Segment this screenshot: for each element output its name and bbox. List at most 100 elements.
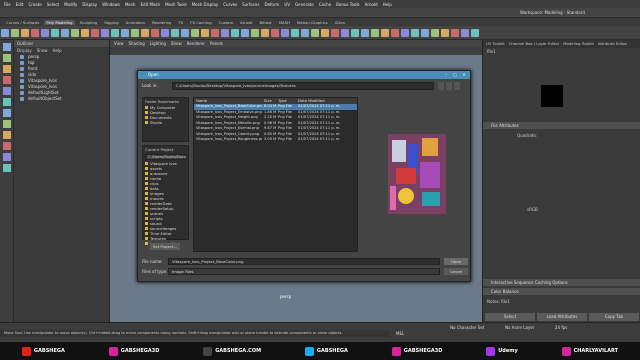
shelf-tool-icon[interactable]	[341, 29, 349, 37]
bookmark-item[interactable]: Studio	[143, 120, 188, 125]
shelf-tab-poly-modeling[interactable]: Poly Modeling	[44, 19, 75, 25]
mel-label[interactable]: MEL	[396, 331, 404, 336]
menu-mesh[interactable]: Mesh	[125, 2, 136, 7]
shelf-tab-motion-graphics[interactable]: Motion Graphics	[295, 20, 330, 25]
menu-uv[interactable]: UV	[284, 2, 290, 7]
shelf-tool-icon[interactable]	[391, 29, 399, 37]
close-icon[interactable]: ✕	[461, 72, 467, 78]
shelf-tool-icon[interactable]	[361, 29, 369, 37]
shelf-tool-icon[interactable]	[71, 29, 79, 37]
shelf-tool-icon[interactable]	[321, 29, 329, 37]
cancel-button[interactable]: Cancel	[444, 268, 468, 275]
shelf-tab-bifrost[interactable]: Bifrost	[257, 20, 273, 25]
menu-mesh-tools[interactable]: Mesh Tools	[165, 2, 187, 7]
shelf-tab-arnold[interactable]: Arnold	[238, 20, 254, 25]
color-space-value[interactable]: sRGB	[523, 206, 538, 214]
shelf-tool-icon[interactable]	[271, 29, 279, 37]
shelf-tool-icon[interactable]	[371, 29, 379, 37]
shelf-tool-icon[interactable]	[351, 29, 359, 37]
file-name-input[interactable]: Vitaspore_Ivos_Project_BaseColor.png	[168, 258, 440, 265]
viewport-menu-renderer[interactable]: Renderer	[187, 40, 205, 47]
shelf-tool-icon[interactable]	[411, 29, 419, 37]
tool-icon[interactable]	[3, 109, 11, 117]
shelf-tool-icon[interactable]	[1, 29, 9, 37]
set-project-button[interactable]: Set Project...	[150, 243, 180, 250]
shelf-tool-icon[interactable]	[261, 29, 269, 37]
menu-file[interactable]: File	[4, 2, 11, 7]
file-row[interactable]: Vitaspore_Ivos_Project_Roughness.png 3.05…	[194, 137, 357, 143]
shelf-tool-icon[interactable]	[111, 29, 119, 37]
shelf-tool-icon[interactable]	[161, 29, 169, 37]
back-icon[interactable]	[438, 82, 444, 90]
ae-button-select[interactable]: Select	[485, 313, 535, 321]
tool-icon[interactable]	[3, 76, 11, 84]
up-folder-icon[interactable]	[446, 82, 452, 90]
menu-edit-mesh[interactable]: Edit Mesh	[141, 2, 161, 7]
ae-tab-attribute-editor[interactable]: Attribute Editor	[598, 40, 627, 48]
tool-icon[interactable]	[3, 164, 11, 172]
social-link[interactable]: GABSHEGA	[304, 346, 348, 356]
social-link[interactable]: CHARLYAVILART	[561, 346, 618, 356]
viewport-menu-shading[interactable]: Shading	[129, 40, 145, 47]
tool-icon[interactable]	[3, 65, 11, 73]
outliner-menu-show[interactable]: Show	[37, 47, 48, 54]
minimize-icon[interactable]: –	[443, 72, 449, 78]
maximize-icon[interactable]: □	[452, 72, 458, 78]
shelf-tool-icon[interactable]	[31, 29, 39, 37]
tool-icon[interactable]	[3, 153, 11, 161]
fps[interactable]: 24 fps	[555, 325, 567, 330]
shelf-tab-animation[interactable]: Animation	[124, 20, 147, 25]
open-button[interactable]: Open	[444, 258, 468, 265]
menu-deform[interactable]: Deform	[264, 2, 279, 7]
viewport-menu-panels[interactable]: Panels	[210, 40, 223, 47]
tool-icon[interactable]	[3, 43, 11, 51]
shelf-tool-icon[interactable]	[451, 29, 459, 37]
menu-curves[interactable]: Curves	[223, 2, 237, 7]
ae-section-color-balance[interactable]: Color Balance	[483, 288, 640, 295]
shelf-tab-sculpting[interactable]: Sculpting	[78, 20, 100, 25]
menu-display[interactable]: Display	[82, 2, 97, 7]
tool-icon[interactable]	[3, 131, 11, 139]
shelf-tool-icon[interactable]	[141, 29, 149, 37]
viewport-menu-show[interactable]: Show	[171, 40, 182, 47]
shelf-tool-icon[interactable]	[181, 29, 189, 37]
shelf-tool-icon[interactable]	[441, 29, 449, 37]
menu-create[interactable]: Create	[28, 2, 41, 7]
ae-button-load-attributes[interactable]: Load Attributes	[537, 313, 587, 321]
file-type-select[interactable]: Image Files	[168, 268, 440, 275]
character-set[interactable]: No Character Set	[450, 325, 484, 330]
menu-bonus-tools[interactable]: Bonus Tools	[336, 2, 359, 7]
shelf-tool-icon[interactable]	[381, 29, 389, 37]
social-link[interactable]: GABSHEGA3D	[108, 346, 159, 356]
shelf-tool-icon[interactable]	[401, 29, 409, 37]
menu-select[interactable]: Select	[47, 2, 59, 7]
ae-section-file-attributes[interactable]: File Attributes	[483, 122, 640, 129]
ae-section-interactive-sequence-caching-options[interactable]: Interactive Sequence Caching Options	[483, 279, 640, 286]
menu-surfaces[interactable]: Surfaces	[242, 2, 259, 7]
menu-edit[interactable]: Edit	[16, 2, 24, 7]
current-project-path[interactable]: C:/Users/Studio/Docu	[145, 154, 186, 160]
shelf-tool-icon[interactable]	[281, 29, 289, 37]
shelf-tool-icon[interactable]	[91, 29, 99, 37]
shelf-tool-icon[interactable]	[41, 29, 49, 37]
outliner-menu-help[interactable]: Help	[53, 47, 62, 54]
tool-icon[interactable]	[3, 87, 11, 95]
shelf-tool-icon[interactable]	[121, 29, 129, 37]
workspace-selector[interactable]: Workspace: Modeling - Standard	[520, 10, 585, 15]
tool-icon[interactable]	[3, 98, 11, 106]
tool-icon[interactable]	[3, 54, 11, 62]
shelf-tool-icon[interactable]	[311, 29, 319, 37]
ae-button-copy-tab[interactable]: Copy Tab	[589, 313, 639, 321]
shelf-tab-fx[interactable]: FX	[176, 20, 185, 25]
viewport-menu-view[interactable]: View	[114, 40, 124, 47]
social-link[interactable]: GABSHEGA3D	[391, 346, 442, 356]
menu-mesh-display[interactable]: Mesh Display	[192, 2, 219, 7]
shelf-tab-rendering[interactable]: Rendering	[150, 20, 173, 25]
shelf-tool-icon[interactable]	[301, 29, 309, 37]
shelf-tool-icon[interactable]	[201, 29, 209, 37]
ae-tab-modeling-toolkit[interactable]: Modeling Toolkit	[563, 40, 594, 48]
tool-icon[interactable]	[3, 120, 11, 128]
shelf-tool-icon[interactable]	[101, 29, 109, 37]
shelf-tab-fx-caching[interactable]: FX Caching	[188, 20, 213, 25]
shelf-tool-icon[interactable]	[21, 29, 29, 37]
